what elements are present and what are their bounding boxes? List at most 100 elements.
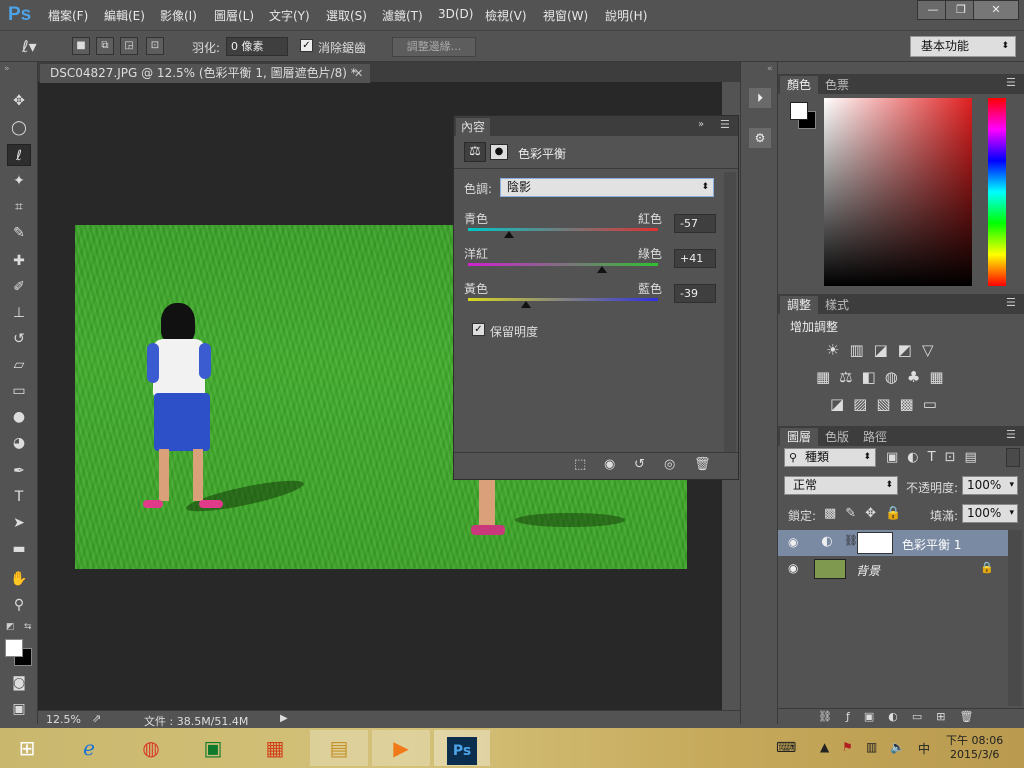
- eyedropper-tool-icon[interactable]: ✎: [7, 222, 31, 244]
- link-icon[interactable]: ⛓: [844, 534, 858, 547]
- export-icon[interactable]: ⇗: [92, 712, 101, 725]
- workspace-select[interactable]: 基本功能 ⬍: [910, 36, 1016, 57]
- refine-edge-button[interactable]: 調整邊緣...: [392, 37, 476, 57]
- new-selection-icon[interactable]: ■: [72, 37, 90, 55]
- add-selection-icon[interactable]: ⧉: [96, 37, 114, 55]
- action-center-icon[interactable]: ⚑: [842, 740, 853, 754]
- tab-adjustments[interactable]: 調整: [780, 296, 819, 314]
- tab-paths[interactable]: 路徑: [856, 428, 894, 446]
- ime-indicator[interactable]: 中: [918, 740, 930, 757]
- collapse-arrows-icon[interactable]: »: [698, 119, 704, 130]
- slider-thumb-cyan-red[interactable]: [503, 231, 514, 238]
- swap-colors-icon[interactable]: ⇆: [24, 622, 32, 632]
- feather-input[interactable]: 0 像素: [226, 37, 288, 56]
- path-select-tool-icon[interactable]: ➤: [7, 512, 31, 534]
- stamp-tool-icon[interactable]: ⊥: [7, 302, 31, 324]
- preserve-luminosity-checkbox[interactable]: ✓: [472, 323, 485, 336]
- layer-row-color-balance[interactable]: ◉ ◐ ⛓ 色彩平衡 1: [778, 530, 1008, 556]
- layer-mask-thumbnail[interactable]: [857, 532, 893, 554]
- adjustment-icons-row-1[interactable]: ☀▥◪◩▽: [826, 341, 944, 359]
- pen-tool-icon[interactable]: ✒: [7, 460, 31, 482]
- tab-styles[interactable]: 樣式: [818, 296, 856, 314]
- yellow-blue-value-input[interactable]: -39: [674, 284, 716, 303]
- adjustment-icons-row-3[interactable]: ◪▨▧▩▭: [830, 395, 946, 413]
- clip-to-layer-icon[interactable]: ⬚: [574, 457, 586, 472]
- panel-menu-icon[interactable]: ☰: [1006, 428, 1016, 441]
- menu-file[interactable]: 檔案(F): [48, 7, 88, 24]
- opacity-input[interactable]: 100% ▾: [962, 476, 1018, 495]
- layer-name[interactable]: 色彩平衡 1: [902, 536, 961, 553]
- type-tool-icon[interactable]: T: [7, 486, 31, 508]
- chrome-icon[interactable]: ◍: [128, 730, 174, 766]
- tab-color[interactable]: 顏色: [780, 76, 819, 94]
- foreground-color-swatch[interactable]: [5, 639, 23, 657]
- blend-mode-select[interactable]: 正常 ⬍: [784, 476, 898, 495]
- apps-icon[interactable]: ▦: [252, 730, 298, 766]
- cyan-red-value-input[interactable]: -57: [674, 214, 716, 233]
- menu-image[interactable]: 影像(I): [160, 7, 197, 24]
- layer-row-background[interactable]: ◉ 背景 🔒: [778, 556, 1008, 582]
- internet-explorer-icon[interactable]: ℯ: [66, 730, 112, 766]
- close-button[interactable]: ✕: [973, 0, 1019, 20]
- gradient-tool-icon[interactable]: ▭: [7, 380, 31, 402]
- layer-name[interactable]: 背景: [856, 562, 880, 579]
- clock-time[interactable]: 下午 08:06: [946, 732, 1003, 748]
- photoshop-taskbar-icon[interactable]: Ps: [434, 730, 490, 766]
- keyboard-icon[interactable]: ⌨: [776, 740, 796, 756]
- layer-action-icons[interactable]: ⛓ƒ▣◐▭⊞🗑: [818, 710, 987, 723]
- view-previous-icon[interactable]: ◉: [604, 457, 615, 472]
- hand-tool-icon[interactable]: ✋: [7, 568, 31, 590]
- collapse-arrows-icon[interactable]: «: [767, 64, 773, 74]
- antialias-checkbox[interactable]: ✓: [300, 39, 313, 52]
- tone-select[interactable]: 陰影 ⬍: [500, 178, 714, 197]
- lasso-preset-icon[interactable]: ℓ▾: [22, 37, 37, 56]
- marquee-tool-icon[interactable]: ◯: [7, 117, 31, 139]
- file-explorer-icon[interactable]: ▤: [310, 730, 368, 766]
- zoom-tool-icon[interactable]: ⚲: [7, 594, 31, 616]
- menu-edit[interactable]: 編輯(E): [104, 7, 145, 24]
- panel-menu-icon[interactable]: ☰: [720, 118, 730, 131]
- document-tab[interactable]: DSC04827.JPG @ 12.5% (色彩平衡 1, 圖層遮色片/8) *: [40, 64, 370, 83]
- slider-thumb-yellow-blue[interactable]: [520, 301, 531, 308]
- slider-track-cyan-red[interactable]: [468, 228, 658, 231]
- screen-mode-icon[interactable]: ▣: [7, 698, 31, 720]
- slider-track-yellow-blue[interactable]: [468, 298, 658, 301]
- visibility-eye-icon[interactable]: ◎: [664, 457, 675, 472]
- zoom-level[interactable]: 12.5%: [46, 713, 81, 726]
- network-icon[interactable]: ▥: [866, 740, 877, 754]
- healing-brush-tool-icon[interactable]: ✚: [7, 250, 31, 272]
- intersect-selection-icon[interactable]: ⊡: [146, 37, 164, 55]
- tab-layers[interactable]: 圖層: [780, 428, 819, 446]
- windows-start-icon[interactable]: ⊞: [4, 730, 50, 766]
- hue-slider[interactable]: [988, 98, 1006, 286]
- mask-icon[interactable]: ●: [490, 144, 508, 160]
- filter-toggle-switch[interactable]: [1006, 448, 1020, 467]
- magic-wand-tool-icon[interactable]: ✦: [7, 170, 31, 192]
- history-panel-icon[interactable]: ⏵: [749, 88, 771, 108]
- volume-icon[interactable]: 🔈: [890, 740, 905, 754]
- layer-filter-icons[interactable]: ▣◐T⊡▤: [886, 450, 986, 465]
- layer-filter-select[interactable]: ⚲ 種類 ⬍: [784, 448, 876, 467]
- subtract-selection-icon[interactable]: ◲: [120, 37, 138, 55]
- adjustment-icons-row-2[interactable]: ▦⚖◧◍♣▦: [816, 368, 953, 386]
- eraser-tool-icon[interactable]: ▱: [7, 354, 31, 376]
- arrow-right-icon[interactable]: ▶: [280, 713, 288, 724]
- move-tool-icon[interactable]: ✥: [7, 90, 31, 112]
- history-brush-tool-icon[interactable]: ↺: [7, 328, 31, 350]
- tab-properties[interactable]: 內容: [456, 118, 490, 136]
- menu-view[interactable]: 檢視(V): [485, 7, 527, 24]
- foreground-color-swatch[interactable]: [790, 102, 808, 120]
- layers-scrollbar[interactable]: [1008, 530, 1022, 706]
- media-player-icon[interactable]: ▶: [372, 730, 430, 766]
- lasso-tool-icon[interactable]: ℓ: [7, 144, 31, 166]
- lock-icons[interactable]: ▩✎✥🔒: [824, 506, 910, 521]
- slider-track-magenta-green[interactable]: [468, 263, 658, 266]
- dodge-tool-icon[interactable]: ◕: [7, 432, 31, 454]
- menu-select[interactable]: 選取(S): [326, 7, 367, 24]
- visibility-eye-icon[interactable]: ◉: [788, 561, 798, 575]
- collapse-arrows-icon[interactable]: »: [4, 64, 10, 74]
- quick-mask-icon[interactable]: ◙: [7, 672, 31, 694]
- close-icon[interactable]: ✕: [354, 64, 363, 83]
- trash-icon[interactable]: 🗑: [694, 457, 711, 472]
- default-colors-icon[interactable]: ◩: [6, 622, 15, 632]
